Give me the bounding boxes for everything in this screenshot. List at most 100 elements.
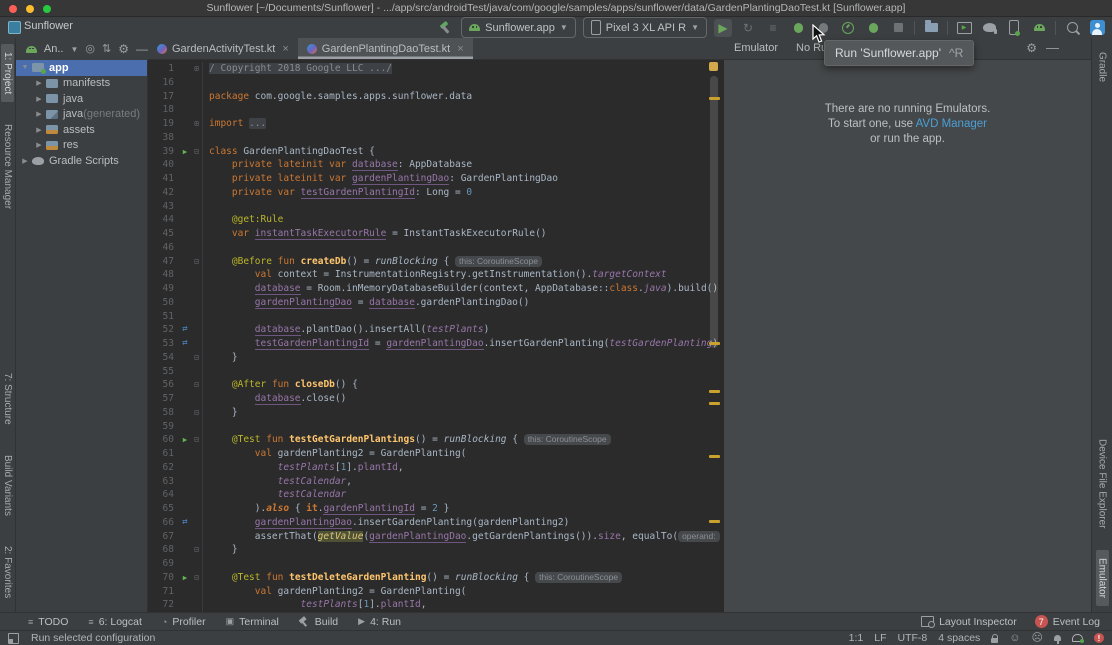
profile-button[interactable] [839,19,857,37]
tool-window-bar-button-todo[interactable]: ≡TODO [28,616,68,628]
code-line[interactable]: 38 [148,131,706,145]
tool-window-button[interactable]: Device File Explorer [1096,431,1109,536]
code-line[interactable]: 53⇄ testGardenPlantingId = gardenPlantin… [148,337,706,351]
gradle-sync-button[interactable] [980,19,998,37]
code-line[interactable]: 40 private lateinit var database: AppDat… [148,158,706,172]
fold-marker[interactable]: ⊟ [191,351,203,365]
code-line[interactable]: 41 private lateinit var gardenPlantingDa… [148,172,706,186]
device-file-explorer-button[interactable] [922,19,940,37]
code-line[interactable]: 39▶⊟class GardenPlantingDaoTest { [148,145,706,159]
caret-position[interactable]: 1:1 [849,632,864,644]
code-line[interactable]: 16 [148,76,706,90]
code-line[interactable]: 52⇄ database.plantDao().insertAll(testPl… [148,323,706,337]
tool-window-toggle-icon[interactable] [8,633,19,644]
code-line[interactable]: 55 [148,365,706,379]
smiley-icon[interactable]: ☺ [1009,633,1020,644]
code-line[interactable]: 63 testCalendar, [148,475,706,489]
layout-inspector-button[interactable]: Layout Inspector [921,616,1017,628]
run-configuration-select[interactable]: Sunflower.app ▼ [461,17,576,38]
avd-manager-button[interactable]: ▶ [955,19,973,37]
chevron-down-icon[interactable]: ▼ [70,45,78,54]
locate-file-icon[interactable]: ◎ [85,44,95,55]
close-tab-icon[interactable]: × [282,43,288,55]
code-line[interactable]: 51 [148,310,706,324]
tool-window-button[interactable]: Gradle [1096,44,1109,90]
code-line[interactable]: 60▶⊟ @Test fun testGetGardenPlantings() … [148,433,706,447]
hide-panel-icon[interactable]: — [136,43,148,55]
collapse-arrow-icon[interactable]: ▼ [20,64,30,71]
profile-low-overhead-button[interactable] [864,19,882,37]
indent-setting[interactable]: 4 spaces [938,632,980,644]
code-line[interactable]: 47⊟ @Before fun createDb() = runBlocking… [148,255,706,269]
code-line[interactable]: 58⊟ } [148,406,706,420]
fold-marker[interactable]: ⊟ [191,543,203,557]
code-line[interactable]: 54⊟ } [148,351,706,365]
code-line[interactable]: 56⊟ @After fun closeDb() { [148,378,706,392]
device-select[interactable]: Pixel 3 XL API R ▼ [583,17,707,38]
search-everywhere-button[interactable] [1063,19,1081,37]
fold-marker[interactable]: ⊟ [191,255,203,269]
code-line[interactable]: 19⊞import ... [148,117,706,131]
fold-marker[interactable]: ⊟ [191,433,203,447]
ide-error-indicator[interactable]: ! [1094,633,1104,643]
project-tree-item[interactable]: ▶manifests [16,76,147,92]
code-line[interactable]: 72 testPlants[1].plantId, [148,598,706,612]
avd-manager-link[interactable]: AVD Manager [916,118,987,130]
fold-marker[interactable]: ⊟ [191,571,203,585]
code-line[interactable]: 59 [148,420,706,434]
fold-marker[interactable]: ⊟ [191,406,203,420]
expand-arrow-icon[interactable]: ▶ [34,110,44,118]
collapse-all-icon[interactable]: ⇅ [102,44,111,55]
suspend-call-icon[interactable]: ⇄ [179,337,191,351]
expand-arrow-icon[interactable]: ▶ [34,95,44,103]
code-line[interactable]: 44 @get:Rule [148,213,706,227]
tool-window-button[interactable]: Emulator [1096,550,1109,606]
tool-window-bar-button-6-logcat[interactable]: ≡6: Logcat [88,616,141,628]
expand-arrow-icon[interactable]: ▶ [34,141,44,149]
suspend-call-icon[interactable]: ⇄ [179,323,191,337]
profile-avatar[interactable] [1088,19,1106,37]
code-line[interactable]: 17package com.google.samples.apps.sunflo… [148,90,706,104]
project-tree-item[interactable]: ▶res [16,138,147,154]
line-separator[interactable]: LF [874,632,886,644]
apply-code-changes-button[interactable]: ≡ [764,19,782,37]
tool-window-bar-button-4-run[interactable]: ▶4: Run [358,616,401,628]
project-tree-item[interactable]: ▶assets [16,122,147,138]
run-test-icon[interactable]: ▶ [179,433,191,447]
project-tree-item[interactable]: ▼app [16,60,147,76]
project-tree-item[interactable]: ▶java (generated) [16,107,147,123]
tool-window-button[interactable]: 7: Structure [1,365,14,433]
code-line[interactable]: 45 var instantTaskExecutorRule = Instant… [148,227,706,241]
fold-marker[interactable]: ⊟ [191,378,203,392]
gear-icon[interactable]: ⚙ [1026,41,1037,55]
code-line[interactable]: 65 ).also { it.gardenPlantingId = 2 } [148,502,706,516]
expand-arrow-icon[interactable]: ▶ [34,126,44,134]
tool-window-button[interactable]: 2: Favorites [1,538,14,606]
code-line[interactable]: 48 val context = InstrumentationRegistry… [148,268,706,282]
gear-icon[interactable]: ⚙ [118,43,129,55]
project-tree-item[interactable]: ▶Gradle Scripts [16,153,147,169]
suspend-call-icon[interactable]: ⇄ [179,516,191,530]
code-line[interactable]: 42 private var testGardenPlantingId: Lon… [148,186,706,200]
project-tree-item[interactable]: ▶java [16,91,147,107]
notification-lamp-icon[interactable] [1054,635,1061,641]
code-line[interactable]: 69 [148,557,706,571]
fold-marker[interactable]: ⊟ [191,145,203,159]
hide-panel-icon[interactable]: — [1046,40,1059,55]
code-line[interactable]: 67 assertThat(getValue(gardenPlantingDao… [148,530,706,544]
tool-window-button[interactable]: 1: Project [1,44,14,102]
run-button[interactable]: ▶ [714,19,732,37]
event-log-button[interactable]: 7 Event Log [1035,615,1100,628]
editor-scrollbar[interactable] [706,60,724,612]
expand-arrow-icon[interactable]: ▶ [34,79,44,87]
fold-marker[interactable]: ⊞ [191,62,203,76]
code-line[interactable]: 49 database = Room.inMemoryDatabaseBuild… [148,282,706,296]
sdk-manager-button[interactable] [1030,19,1048,37]
stop-button[interactable] [889,19,907,37]
lock-icon[interactable] [991,638,998,643]
code-line[interactable]: 66⇄ gardenPlantingDao.insertGardenPlanti… [148,516,706,530]
code-line[interactable]: 61 val gardenPlanting2 = GardenPlanting( [148,447,706,461]
inspection-status-square[interactable] [709,62,718,71]
tool-window-button[interactable]: Resource Manager [1,116,14,217]
code-line[interactable]: 70▶⊟ @Test fun testDeleteGardenPlanting(… [148,571,706,585]
